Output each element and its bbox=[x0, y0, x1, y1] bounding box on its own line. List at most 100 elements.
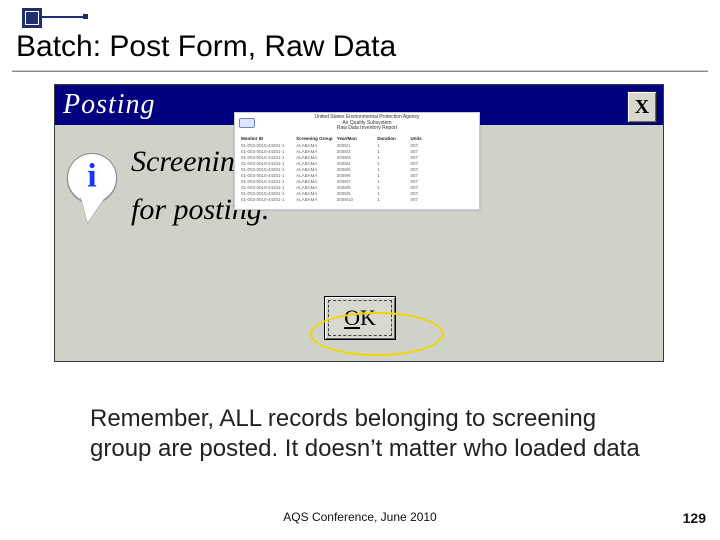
table-cell: 007 bbox=[411, 167, 440, 172]
table-cell: ALABAMA bbox=[296, 191, 333, 196]
close-icon: X bbox=[635, 96, 649, 119]
report-header: United States Environmental Protection A… bbox=[235, 113, 479, 134]
table-cell bbox=[444, 185, 473, 190]
table-cell: 007 bbox=[411, 185, 440, 190]
table-cell bbox=[444, 149, 473, 154]
table-cell: 1 bbox=[377, 167, 406, 172]
col-duration: Duration bbox=[377, 136, 406, 141]
table-cell: ALABAMA bbox=[296, 185, 333, 190]
bullet-box-icon bbox=[22, 8, 42, 28]
table-cell: 01-003-0010-44201-1 bbox=[241, 191, 292, 196]
speech-tail-icon bbox=[78, 196, 105, 224]
bullet-line bbox=[42, 16, 84, 18]
table-cell: 01-003-0010-44201-1 bbox=[241, 173, 292, 178]
col-blank bbox=[444, 136, 473, 141]
table-cell: 007 bbox=[411, 143, 440, 148]
table-cell: ALABAMA bbox=[296, 155, 333, 160]
table-cell: 007 bbox=[411, 197, 440, 202]
table-cell: 1 bbox=[377, 143, 406, 148]
page-title: Batch: Post Form, Raw Data bbox=[16, 30, 396, 64]
table-cell: 2009/2 bbox=[337, 149, 374, 154]
table-cell: 2009/3 bbox=[337, 155, 374, 160]
report-titles: United States Environmental Protection A… bbox=[259, 115, 475, 132]
table-cell: 01-003-0010-44201-1 bbox=[241, 179, 292, 184]
dialog-title: Posting bbox=[63, 89, 156, 121]
table-cell: 1 bbox=[377, 173, 406, 178]
table-cell: 01-003-0010-44201-1 bbox=[241, 143, 292, 148]
table-cell: 2009/10 bbox=[337, 197, 374, 202]
table-cell: 2009/8 bbox=[337, 185, 374, 190]
title-divider bbox=[12, 70, 708, 72]
table-cell: ALABAMA bbox=[296, 179, 333, 184]
report-col-head: Monitor ID Screening Group Year/Mon Dura… bbox=[241, 136, 473, 141]
table-cell: 2009/1 bbox=[337, 143, 374, 148]
table-cell: 1 bbox=[377, 191, 406, 196]
table-cell: 2009/7 bbox=[337, 179, 374, 184]
close-button[interactable]: X bbox=[627, 91, 657, 123]
table-cell bbox=[444, 173, 473, 178]
epa-logo-icon bbox=[239, 118, 255, 128]
table-row: 01-003-0010-44201-1 ALABAMA 2009/51 007 bbox=[241, 167, 473, 172]
table-cell: 01-003-0010-44201-1 bbox=[241, 149, 292, 154]
table-cell bbox=[444, 143, 473, 148]
col-units: Units bbox=[411, 136, 440, 141]
table-cell: 007 bbox=[411, 191, 440, 196]
report-name: Raw Data Inventory Report bbox=[259, 126, 475, 132]
table-cell: 1 bbox=[377, 155, 406, 160]
reminder-note: Remember, ALL records belonging to scree… bbox=[90, 404, 650, 464]
report-table: Monitor ID Screening Group Year/Mon Dura… bbox=[235, 136, 479, 202]
table-row: 01-003-0010-44201-1 ALABAMA 2009/101 007 bbox=[241, 197, 473, 202]
table-cell: 007 bbox=[411, 179, 440, 184]
report-thumbnail: United States Environmental Protection A… bbox=[234, 112, 480, 210]
footer-page-number: 129 bbox=[683, 510, 706, 526]
table-cell: 1 bbox=[377, 149, 406, 154]
table-cell bbox=[444, 155, 473, 160]
table-cell: 007 bbox=[411, 155, 440, 160]
table-cell: 007 bbox=[411, 161, 440, 166]
table-cell: ALABAMA bbox=[296, 143, 333, 148]
info-glyph: i bbox=[87, 157, 96, 195]
table-cell: 01-003-0010-44201-1 bbox=[241, 155, 292, 160]
table-row: 01-003-0010-44201-1 ALABAMA 2009/61 007 bbox=[241, 173, 473, 178]
table-cell bbox=[444, 191, 473, 196]
table-cell: 2009/6 bbox=[337, 173, 374, 178]
table-cell: 1 bbox=[377, 185, 406, 190]
table-cell: 01-003-0010-44201-1 bbox=[241, 167, 292, 172]
footer-center: AQS Conference, June 2010 bbox=[0, 510, 720, 524]
col-monitor: Monitor ID bbox=[241, 136, 292, 141]
ok-mnemonic: O bbox=[344, 305, 360, 331]
info-icon: i bbox=[67, 153, 117, 203]
col-group: Screening Group bbox=[296, 136, 333, 141]
table-row: 01-003-0010-44201-1 ALABAMA 2009/71 007 bbox=[241, 179, 473, 184]
table-cell bbox=[444, 161, 473, 166]
table-cell: 2009/5 bbox=[337, 167, 374, 172]
table-cell: 1 bbox=[377, 197, 406, 202]
table-cell bbox=[444, 179, 473, 184]
table-cell bbox=[444, 167, 473, 172]
table-row: 01-003-0010-44201-1 ALABAMA 2009/11 007 bbox=[241, 143, 473, 148]
table-cell: 2009/4 bbox=[337, 161, 374, 166]
table-row: 01-003-0010-44201-1 ALABAMA 2009/81 007 bbox=[241, 185, 473, 190]
table-row: 01-003-0010-44201-1 ALABAMA 2009/91 007 bbox=[241, 191, 473, 196]
table-row: 01-003-0010-44201-1 ALABAMA 2009/31 007 bbox=[241, 155, 473, 160]
table-cell bbox=[444, 197, 473, 202]
ok-button[interactable]: OK bbox=[324, 296, 396, 340]
table-cell: ALABAMA bbox=[296, 173, 333, 178]
table-cell: 01-003-0010-44201-1 bbox=[241, 197, 292, 202]
bullet-mini bbox=[83, 14, 88, 19]
table-cell: 1 bbox=[377, 161, 406, 166]
ok-rest: K bbox=[360, 305, 376, 331]
table-cell: 01-003-0010-44201-1 bbox=[241, 185, 292, 190]
table-cell: ALABAMA bbox=[296, 161, 333, 166]
slide: Batch: Post Form, Raw Data Posting X i S… bbox=[0, 0, 720, 540]
table-cell: ALABAMA bbox=[296, 149, 333, 154]
table-cell: ALABAMA bbox=[296, 167, 333, 172]
table-cell: ALABAMA bbox=[296, 197, 333, 202]
col-yearmon: Year/Mon bbox=[337, 136, 374, 141]
table-cell: 1 bbox=[377, 179, 406, 184]
table-row: 01-003-0010-44201-1ALABAMA2009/21007 bbox=[241, 149, 473, 154]
table-cell: 2009/9 bbox=[337, 191, 374, 196]
table-cell: 01-003-0010-44201-1 bbox=[241, 161, 292, 166]
table-row: 01-003-0010-44201-1 ALABAMA 2009/41 007 bbox=[241, 161, 473, 166]
table-cell: 007 bbox=[411, 173, 440, 178]
